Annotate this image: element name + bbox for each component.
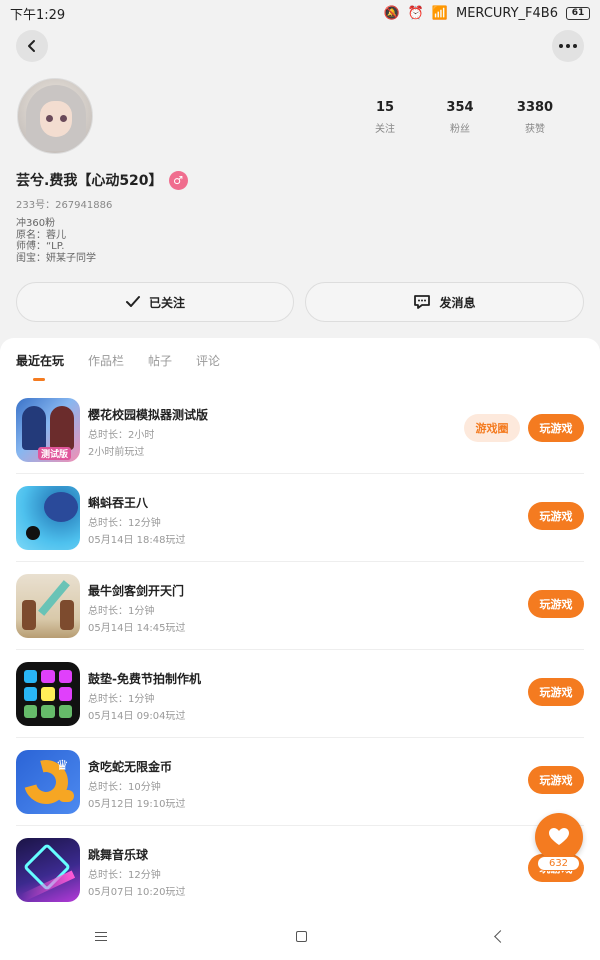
play-game-button[interactable]: 玩游戏 xyxy=(528,414,584,442)
drum-pad xyxy=(41,687,55,701)
back-button[interactable] xyxy=(16,30,48,62)
drum-pad xyxy=(24,687,38,701)
status-bar: 下午1:29 🔕 ⏰ 📶 MERCURY_F4B6 61 xyxy=(0,0,600,26)
game-duration: 总时长：1分钟 xyxy=(88,694,155,705)
battery-icon: 61 xyxy=(566,6,590,20)
stat-label: 获赞 xyxy=(525,124,545,135)
avatar[interactable] xyxy=(17,78,93,154)
message-label: 发消息 xyxy=(439,295,476,310)
drum-pad xyxy=(58,670,72,684)
home-icon[interactable] xyxy=(295,931,307,942)
snake-icon: ♛ xyxy=(16,750,80,814)
system-nav-bar xyxy=(0,913,600,960)
game-duration: 总时长：10分钟 xyxy=(88,782,161,793)
drum-pad xyxy=(58,704,72,718)
more-button[interactable] xyxy=(552,30,584,62)
game-duration: 总时长：2小时 xyxy=(88,430,155,441)
game-circle-button[interactable]: 游戏圈 xyxy=(464,414,520,442)
status-icons: 🔕 ⏰ 📶 MERCURY_F4B6 61 xyxy=(383,6,590,21)
stat-value: 3380 xyxy=(516,100,554,115)
game-last-played: 05月12日 19:10玩过 xyxy=(88,799,186,810)
profile-stats: 15 关注 354 粉丝 3380 获赞 xyxy=(350,100,570,135)
status-time: 下午1:29 xyxy=(10,7,66,23)
mute-icon: 🔕 xyxy=(383,5,400,21)
game-name: 贪吃蛇无限金币 xyxy=(88,760,173,774)
game-name: 蝌蚪吞王八 xyxy=(88,496,149,510)
game-last-played: 05月14日 18:48玩过 xyxy=(88,535,186,546)
tadpole-icon xyxy=(16,486,80,550)
drum-pad xyxy=(24,670,38,684)
bio-line: 原名：蓉儿 xyxy=(16,229,66,241)
game-last-played: 05月07日 10:20玩过 xyxy=(88,887,186,898)
heart-icon xyxy=(549,828,569,845)
bio-line: 闺宝：妍某子同学 xyxy=(16,252,96,264)
game-last-played: 2小时前玩过 xyxy=(88,447,145,458)
chevron-left-icon xyxy=(28,40,35,52)
drum-pad xyxy=(24,704,38,718)
drum-pad xyxy=(41,704,55,718)
sword-icon xyxy=(16,574,80,638)
game-row[interactable]: 鼓垫-免费节拍制作机 总时长：1分钟 05月14日 09:04玩过 玩游戏 xyxy=(0,650,600,738)
more-icon xyxy=(559,44,577,48)
game-name: 鼓垫-免费节拍制作机 xyxy=(88,672,201,686)
play-game-button[interactable]: 玩游戏 xyxy=(528,678,584,706)
user-id: 233号：267941886 xyxy=(16,200,113,211)
drum-pad xyxy=(58,687,72,701)
sakura-school-icon: 测试版 xyxy=(16,398,80,462)
gender-badge-icon: ♂ xyxy=(168,170,188,190)
game-row[interactable]: ♛ 贪吃蛇无限金币 总时长：10分钟 05月12日 19:10玩过 玩游戏 xyxy=(0,738,600,826)
username: 芸兮.费我【心动520】 xyxy=(16,173,163,189)
stat-likes[interactable]: 3380 获赞 xyxy=(500,100,570,135)
game-last-played: 05月14日 09:04玩过 xyxy=(88,711,186,722)
tab-posts[interactable]: 帖子 xyxy=(148,352,172,369)
play-game-button[interactable]: 玩游戏 xyxy=(528,590,584,618)
game-name: 最牛剑客剑开天门 xyxy=(88,584,185,598)
stat-label: 粉丝 xyxy=(450,124,470,135)
stat-following[interactable]: 15 关注 xyxy=(350,100,420,135)
alarm-icon: ⏰ xyxy=(407,5,424,21)
game-name: 跳舞音乐球 xyxy=(88,848,149,862)
wifi-icon: 📶 xyxy=(431,5,448,21)
game-last-played: 05月14日 14:45玩过 xyxy=(88,623,186,634)
bio: 冲360粉 原名：蓉儿 师傅：“LP. 闺宝：妍某子同学 xyxy=(16,218,96,264)
game-row[interactable]: 跳舞音乐球 总时长：12分钟 05月07日 10:20玩过 玩游戏 xyxy=(0,826,600,914)
stat-label: 关注 xyxy=(375,124,395,135)
like-button[interactable] xyxy=(535,813,583,861)
message-icon xyxy=(414,295,431,309)
game-duration: 总时长：12分钟 xyxy=(88,870,161,881)
follow-label: 已关注 xyxy=(148,295,185,310)
game-row[interactable]: 蝌蚪吞王八 总时长：12分钟 05月14日 18:48玩过 玩游戏 xyxy=(0,474,600,562)
game-duration: 总时长：12分钟 xyxy=(88,518,161,529)
like-count: 632 xyxy=(537,856,580,871)
tab-indicator xyxy=(33,378,45,381)
back-nav-icon[interactable] xyxy=(494,930,508,943)
bio-line: 冲360粉 xyxy=(16,218,56,229)
network-name: MERCURY_F4B6 xyxy=(456,5,558,21)
content-panel: 最近在玩 作品栏 帖子 评论 测试版 樱花校园模拟器测试版 总时长：2小时 2小… xyxy=(0,338,600,913)
stat-followers[interactable]: 354 粉丝 xyxy=(425,100,495,135)
tab-comments[interactable]: 评论 xyxy=(196,352,220,369)
drum-pad-icon xyxy=(16,662,80,726)
tab-recent-played[interactable]: 最近在玩 xyxy=(16,352,64,369)
bio-line: 师傅：“LP. xyxy=(16,241,65,252)
play-game-button[interactable]: 玩游戏 xyxy=(528,766,584,794)
follow-button[interactable]: 已关注 xyxy=(16,282,294,322)
stat-value: 15 xyxy=(375,100,395,115)
play-game-button[interactable]: 玩游戏 xyxy=(528,502,584,530)
game-duration: 总时长：1分钟 xyxy=(88,606,155,617)
username-row: 芸兮.费我【心动520】 ♂ xyxy=(16,170,188,190)
menu-icon[interactable] xyxy=(94,932,107,941)
icon-label: 测试版 xyxy=(38,447,72,460)
game-row[interactable]: 测试版 樱花校园模拟器测试版 总时长：2小时 2小时前玩过 游戏圈 玩游戏 xyxy=(0,386,600,474)
message-button[interactable]: 发消息 xyxy=(305,282,584,322)
tab-bar: 最近在玩 作品栏 帖子 评论 xyxy=(16,352,220,369)
drum-pad xyxy=(41,670,55,684)
game-row[interactable]: 最牛剑客剑开天门 总时长：1分钟 05月14日 14:45玩过 玩游戏 xyxy=(0,562,600,650)
check-icon xyxy=(125,296,140,307)
stat-value: 354 xyxy=(446,100,474,115)
tab-works[interactable]: 作品栏 xyxy=(88,352,124,369)
dance-ball-icon xyxy=(16,838,80,902)
game-name: 樱花校园模拟器测试版 xyxy=(88,408,209,422)
